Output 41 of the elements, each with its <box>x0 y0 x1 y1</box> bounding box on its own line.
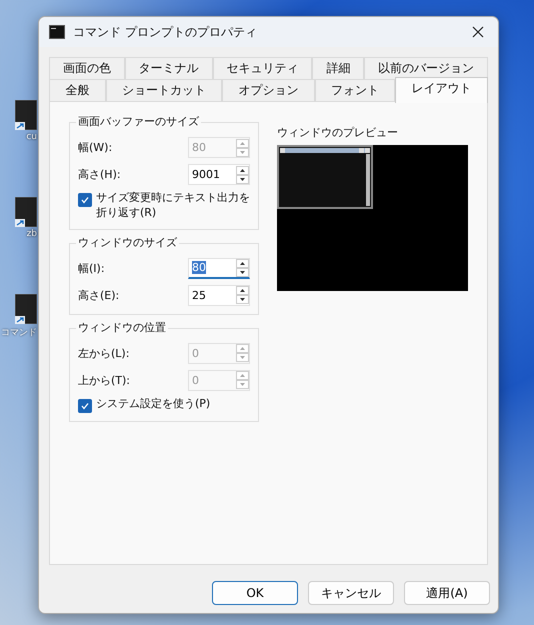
field-label: 高さ(E): <box>78 288 120 303</box>
tab[interactable]: 以前のバージョン <box>364 57 488 79</box>
field-label: 幅(W): <box>78 140 112 155</box>
tab[interactable]: セキュリティ <box>212 57 312 79</box>
tab[interactable]: 詳細 <box>312 57 364 79</box>
dialog-button[interactable]: OK <box>212 581 298 605</box>
close-icon[interactable] <box>472 26 484 38</box>
dialog-button[interactable]: キャンセル <box>308 581 394 605</box>
tab[interactable]: 画面の色 <box>49 57 125 79</box>
spin-field[interactable]: 80 <box>188 258 250 279</box>
group-title: 画面バッファーのサイズ <box>76 114 201 129</box>
spin-field[interactable]: 9001 <box>188 164 250 185</box>
group-title: ウィンドウのサイズ <box>76 234 179 250</box>
group-title: ウィンドウの位置 <box>76 320 168 335</box>
preview-title: ウィンドウのプレビュー <box>277 125 399 140</box>
spin-field[interactable]: 25 <box>188 284 250 306</box>
window-title: コマンド プロンプトのプロパティ <box>73 24 258 40</box>
tab[interactable]: ショートカット <box>106 79 222 101</box>
tab[interactable]: オプション <box>222 79 315 101</box>
tab[interactable]: 全般 <box>49 79 106 101</box>
tab[interactable]: レイアウト <box>395 77 488 103</box>
console-app-icon <box>49 25 65 39</box>
checkbox-label[interactable]: サイズ変更時にテキスト出力を折り返す(R) <box>96 191 250 221</box>
console-shortcut-icon[interactable] <box>15 100 37 130</box>
checkbox[interactable] <box>78 193 92 207</box>
checkmark-icon <box>80 195 90 205</box>
tab[interactable]: フォント <box>314 79 396 101</box>
console-shortcut-icon[interactable] <box>15 294 37 324</box>
desktop-icon-label: cu <box>26 132 37 142</box>
field-label: 高さ(H): <box>78 167 121 182</box>
console-shortcut-icon[interactable] <box>15 197 37 227</box>
field-label: 幅(I): <box>78 260 105 276</box>
checkbox[interactable] <box>78 398 92 413</box>
tab[interactable]: ターミナル <box>124 57 213 79</box>
checkbox-label[interactable]: システム設定を使う(P) <box>96 396 210 412</box>
desktop-icon-label: zb <box>26 229 37 239</box>
field-label: 左から(L): <box>78 346 130 361</box>
field-label: 上から(T): <box>78 372 130 388</box>
checkmark-icon <box>80 400 90 411</box>
dialog-button[interactable]: 適用(A) <box>404 581 490 605</box>
desktop-icon-label: コマンド <box>1 327 37 339</box>
